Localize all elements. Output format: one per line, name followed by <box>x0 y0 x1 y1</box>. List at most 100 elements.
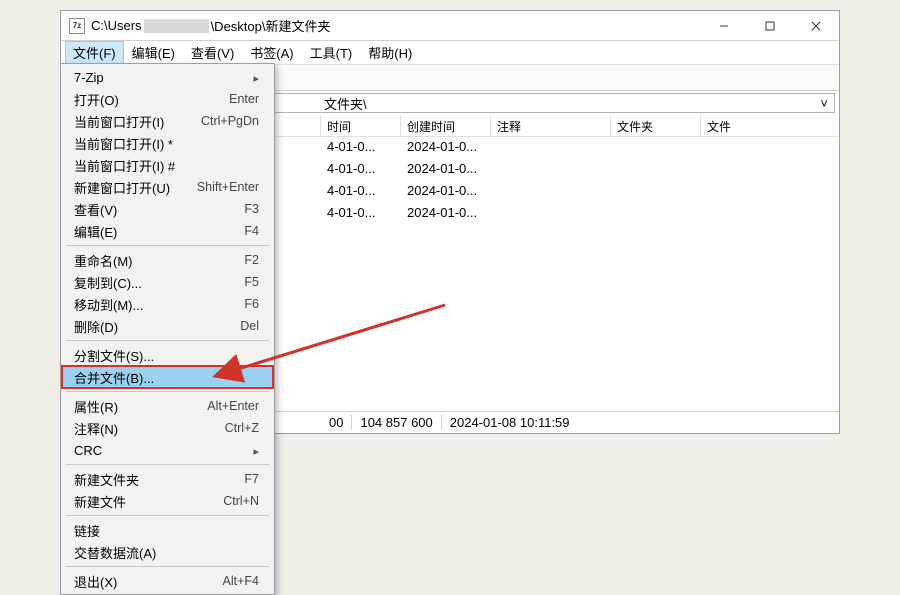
menu-item-label: 编辑(E) <box>74 222 117 241</box>
col-folder[interactable]: 文件夹 <box>611 115 701 136</box>
menu-open-inside[interactable]: 当前窗口打开(I) Ctrl+PgDn <box>62 110 273 132</box>
menu-combine[interactable]: 合并文件(B)... <box>62 366 273 388</box>
menu-item-label: 移动到(M)... <box>74 295 143 314</box>
menu-item-label: 删除(D) <box>74 317 118 336</box>
titlebar: 7z C:\Users \Desktop\新建文件夹 <box>61 11 839 41</box>
shortcut-label: F5 <box>244 275 259 289</box>
menu-edit[interactable]: 编辑(E) <box>124 41 183 64</box>
status-seg-3: 2024-01-08 10:11:59 <box>442 415 578 430</box>
shortcut-label: Shift+Enter <box>197 180 259 194</box>
menu-open-inside-hash[interactable]: 当前窗口打开(I) # <box>62 154 273 176</box>
menu-item-label: 合并文件(B)... <box>74 368 154 387</box>
title-path-prefix: C:\Users <box>91 18 142 33</box>
menu-exit[interactable]: 退出(X) Alt+F4 <box>62 570 273 592</box>
shortcut-label: Del <box>240 319 259 333</box>
menu-open-inside-star[interactable]: 当前窗口打开(I) * <box>62 132 273 154</box>
shortcut-label: Ctrl+N <box>223 494 259 508</box>
menu-newfile[interactable]: 新建文件 Ctrl+N <box>62 490 273 512</box>
menu-item-label: 新建文件 <box>74 492 126 511</box>
menu-item-label: 当前窗口打开(I) * <box>74 134 173 153</box>
menu-open[interactable]: 打开(O) Enter <box>62 88 273 110</box>
menu-item-label: 当前窗口打开(I) # <box>74 156 175 175</box>
menu-item-label: 链接 <box>74 521 100 540</box>
shortcut-label: Alt+Enter <box>207 399 259 413</box>
menu-item-label: CRC <box>74 443 102 458</box>
menu-notes[interactable]: 注释(N) Ctrl+Z <box>62 417 273 439</box>
menu-item-label: 复制到(C)... <box>74 273 142 292</box>
menu-view[interactable]: 查看(V) F3 <box>62 198 273 220</box>
col-created[interactable]: 创建时间 <box>401 115 491 136</box>
menu-copyto[interactable]: 复制到(C)... F5 <box>62 271 273 293</box>
shortcut-label: F3 <box>244 202 259 216</box>
menu-item-label: 新建文件夹 <box>74 470 139 489</box>
menu-item-label: 交替数据流(A) <box>74 543 156 562</box>
menu-separator <box>66 515 269 516</box>
menu-item-label: 查看(V) <box>74 200 117 219</box>
shortcut-label: F6 <box>244 297 259 311</box>
menu-bookmark[interactable]: 书签(A) <box>242 41 301 64</box>
maximize-button[interactable] <box>747 11 793 40</box>
menu-crc[interactable]: CRC <box>62 439 273 461</box>
menu-7zip[interactable]: 7-Zip <box>62 66 273 88</box>
menu-item-label: 重命名(M) <box>74 251 133 270</box>
col-file[interactable]: 文件 <box>701 115 791 136</box>
menu-separator <box>66 245 269 246</box>
menu-item-label: 打开(O) <box>74 90 119 109</box>
cell-created: 2024-01-0... <box>401 181 491 203</box>
shortcut-label: Enter <box>229 92 259 106</box>
menu-open-new[interactable]: 新建窗口打开(U) Shift+Enter <box>62 176 273 198</box>
menu-separator <box>66 391 269 392</box>
address-chevron-icon[interactable]: ˅ <box>820 96 828 111</box>
menu-file[interactable]: 文件(F) <box>65 41 124 64</box>
status-seg-1: 00 <box>321 415 352 430</box>
menu-edit[interactable]: 编辑(E) F4 <box>62 220 273 242</box>
submenu-arrow-icon <box>253 70 259 85</box>
cell-modified: 4-01-0... <box>321 181 401 203</box>
file-menu-dropdown: 7-Zip 打开(O) Enter 当前窗口打开(I) Ctrl+PgDn 当前… <box>60 63 275 595</box>
cell-created: 2024-01-0... <box>401 203 491 225</box>
menu-item-label: 注释(N) <box>74 419 118 438</box>
menu-separator <box>66 566 269 567</box>
menu-tools[interactable]: 工具(T) <box>302 41 361 64</box>
menu-view[interactable]: 查看(V) <box>183 41 242 64</box>
menu-rename[interactable]: 重命名(M) F2 <box>62 249 273 271</box>
menu-help[interactable]: 帮助(H) <box>360 41 420 64</box>
col-comment[interactable]: 注释 <box>491 115 611 136</box>
cell-created: 2024-01-0... <box>401 137 491 159</box>
minimize-button[interactable] <box>701 11 747 40</box>
menu-props[interactable]: 属性(R) Alt+Enter <box>62 395 273 417</box>
submenu-arrow-icon <box>253 443 259 458</box>
menu-separator <box>66 464 269 465</box>
menu-link[interactable]: 链接 <box>62 519 273 541</box>
minimize-icon <box>719 21 729 31</box>
close-button[interactable] <box>793 11 839 40</box>
menu-separator <box>66 340 269 341</box>
cell-modified: 4-01-0... <box>321 137 401 159</box>
shortcut-label: F2 <box>244 253 259 267</box>
shortcut-label: Alt+F4 <box>223 574 259 588</box>
close-icon <box>811 21 821 31</box>
title-path-suffix: \Desktop\新建文件夹 <box>211 16 331 35</box>
menu-item-label: 7-Zip <box>74 70 104 85</box>
cell-created: 2024-01-0... <box>401 159 491 181</box>
app-icon: 7z <box>69 18 85 34</box>
menu-altstream[interactable]: 交替数据流(A) <box>62 541 273 563</box>
menu-moveto[interactable]: 移动到(M)... F6 <box>62 293 273 315</box>
shortcut-label: Ctrl+Z <box>225 421 259 435</box>
menu-newfolder[interactable]: 新建文件夹 F7 <box>62 468 273 490</box>
status-seg-2: 104 857 600 <box>352 415 441 430</box>
menu-item-label: 属性(R) <box>74 397 118 416</box>
shortcut-label: F4 <box>244 224 259 238</box>
cell-modified: 4-01-0... <box>321 203 401 225</box>
cell-modified: 4-01-0... <box>321 159 401 181</box>
shortcut-label: Ctrl+PgDn <box>201 114 259 128</box>
menu-item-label: 新建窗口打开(U) <box>74 178 170 197</box>
menu-item-label: 当前窗口打开(I) <box>74 112 164 131</box>
col-modified[interactable]: 时间 <box>321 115 401 136</box>
address-text: 文件夹\ <box>324 94 367 113</box>
menubar: 文件(F) 编辑(E) 查看(V) 书签(A) 工具(T) 帮助(H) <box>61 41 839 65</box>
maximize-icon <box>765 21 775 31</box>
menu-split[interactable]: 分割文件(S)... <box>62 344 273 366</box>
menu-delete[interactable]: 删除(D) Del <box>62 315 273 337</box>
menu-item-label: 分割文件(S)... <box>74 346 154 365</box>
